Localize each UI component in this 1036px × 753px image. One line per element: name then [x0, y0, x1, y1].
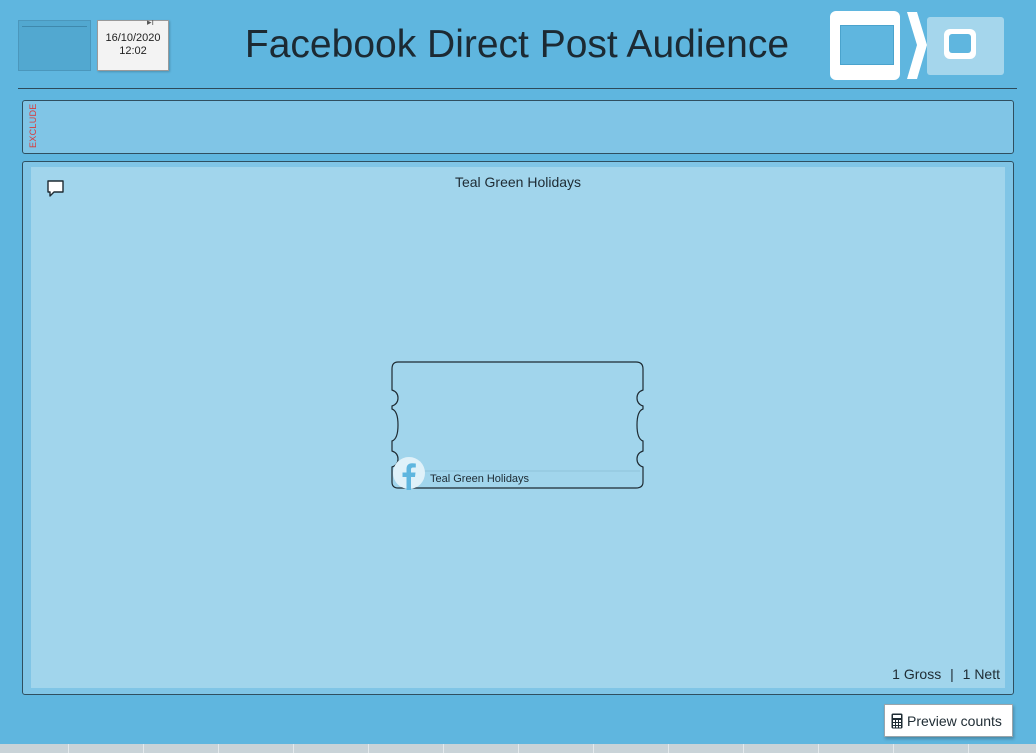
- time-text: 12:02: [119, 45, 147, 57]
- monitor-icon: [944, 29, 976, 59]
- nett-label: Nett: [974, 666, 1000, 682]
- screen-icon: [840, 25, 894, 65]
- count-separator: |: [950, 666, 954, 682]
- next-step-button[interactable]: [906, 11, 1010, 80]
- node-label: Teal Green Holidays: [430, 473, 530, 485]
- exclude-label-wrap: EXCLUDE: [28, 103, 40, 150]
- preview-counts-label: Preview counts: [907, 712, 1002, 729]
- strip-tick: [368, 744, 369, 753]
- strip-tick: [593, 744, 594, 753]
- header-divider: [18, 88, 1017, 89]
- bottom-scroll-strip: [0, 744, 1036, 753]
- next-step-panel: [927, 17, 1004, 75]
- preview-counts-button[interactable]: Preview counts: [884, 704, 1013, 737]
- strip-tick: [743, 744, 744, 753]
- date-text: 16/10/2020: [105, 32, 161, 44]
- page-title: Facebook Direct Post Audience: [244, 23, 790, 66]
- thumbnail-placeholder: [18, 20, 91, 71]
- audience-node[interactable]: [390, 361, 646, 491]
- strip-tick: [143, 744, 144, 753]
- exclude-label: EXCLUDE: [28, 103, 38, 148]
- exclude-panel[interactable]: [22, 100, 1014, 154]
- canvas-title: Teal Green Holidays: [454, 174, 582, 190]
- strip-tick: [818, 744, 819, 753]
- step-screen-button[interactable]: [830, 11, 900, 80]
- gross-count: 1: [892, 666, 900, 682]
- facebook-icon: [392, 456, 426, 490]
- strip-tick: [293, 744, 294, 753]
- calculator-icon: [891, 713, 903, 728]
- strip-tick: [443, 744, 444, 753]
- pin-icon: ▸ı: [146, 17, 154, 27]
- strip-tick: [518, 744, 519, 753]
- nett-count: 1: [962, 666, 971, 682]
- gross-label: Gross: [903, 666, 942, 682]
- strip-tick: [218, 744, 219, 753]
- strip-tick: [68, 744, 69, 753]
- audience-counts: 1 Gross | 1 Nett: [870, 666, 1000, 682]
- strip-tick: [668, 744, 669, 753]
- strip-tick: [893, 744, 894, 753]
- date-card: ▸ı 16/10/2020 12:02: [97, 17, 169, 71]
- strip-tick: [968, 744, 969, 753]
